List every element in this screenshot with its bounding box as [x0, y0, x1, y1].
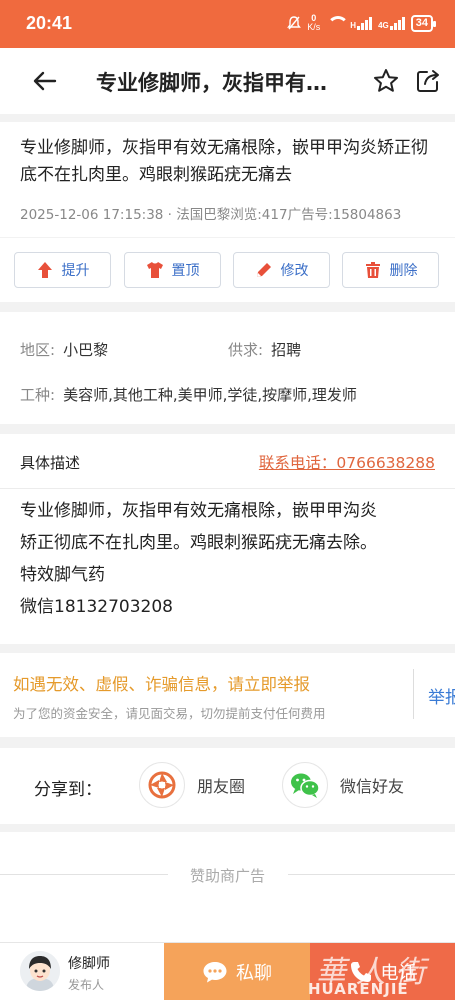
bottom-bar: 修脚师 发布人 私聊 电话 [0, 942, 455, 1000]
post-title: 专业修脚师，灰指甲有效无痛根除，嵌甲甲沟炎矫正彻底不在扎肉里。鸡眼刺猴跖疣无痛去 [20, 138, 428, 185]
fraud-warning: 如遇无效、虚假、诈骗信息，请立即举报 为了您的资金安全，请见面交易，切勿提前支付… [0, 653, 455, 737]
share-icon[interactable] [414, 67, 442, 95]
avatar[interactable] [20, 951, 60, 991]
description-heading: 具体描述 [20, 454, 81, 472]
description-body: 专业修脚师，灰指甲有效无痛根除，嵌甲甲沟炎 矫正彻底不在扎肉里。鸡眼刺猴跖疣无痛… [20, 495, 440, 623]
action-bar: 提升 置顶 修改 删除 [0, 238, 455, 302]
divider [0, 488, 455, 489]
chat-bubble-icon [203, 962, 227, 983]
signal-2-icon: 4G [378, 16, 405, 30]
phone-icon [350, 962, 371, 982]
contact-phone-link[interactable]: 联系电话：0766638288 [259, 451, 435, 473]
divider [413, 669, 414, 719]
divider [288, 874, 455, 875]
supply-row: 供求: 招聘 [228, 341, 302, 359]
phone-call-button[interactable]: 电话 [310, 943, 455, 1000]
description-line: 矫正彻底不在扎肉里。鸡眼刺猴跖疣无痛去除。 [20, 533, 377, 553]
promote-button[interactable]: 提升 [14, 252, 111, 288]
trash-icon [365, 262, 380, 278]
region-row: 地区: 小巴黎 [20, 341, 109, 359]
battery-icon: 34 [410, 14, 437, 32]
job-row: 工种: 美容师,其他工种,美甲师,学徒,按摩师,理发师 [20, 386, 357, 404]
info-card: 地区: 小巴黎 供求: 招聘 工种: 美容师,其他工种,美甲师,学徒,按摩师,理发师 [0, 312, 455, 424]
star-icon[interactable] [372, 67, 400, 95]
moments-icon [139, 762, 185, 808]
shirt-icon [146, 262, 163, 278]
status-bar: 20:41 0 K/s H 4G 34 [0, 0, 455, 48]
arrow-up-icon [37, 262, 52, 278]
share-moments-button[interactable]: 朋友圈 [139, 762, 245, 808]
delete-button[interactable]: 删除 [342, 252, 439, 288]
back-arrow-icon[interactable] [30, 66, 60, 96]
status-icons: 0 K/s H 4G 34 [287, 13, 437, 32]
private-chat-button[interactable]: 私聊 [164, 943, 310, 1000]
warning-title: 如遇无效、虚假、诈骗信息，请立即举报 [13, 675, 310, 694]
pencil-icon [256, 263, 271, 277]
share-label: 分享到： [34, 780, 102, 800]
sponsor-label: 赞助商广告 [189, 867, 265, 885]
share-bar: 分享到： 朋友圈 微信好友 [0, 748, 455, 824]
status-time: 20:41 [26, 13, 73, 33]
pin-top-button[interactable]: 置顶 [124, 252, 221, 288]
warning-subtitle: 为了您的资金安全，请见面交易，切勿提前支付任何费用 [13, 706, 326, 721]
description-line: 微信18132703208 [20, 597, 173, 617]
notification-icon [287, 16, 302, 30]
description-card: 具体描述 联系电话：0766638288 专业修脚师，灰指甲有效无痛根除，嵌甲甲… [0, 434, 455, 644]
description-line: 特效脚气药 [20, 565, 105, 585]
sponsor-section: 赞助商广告 [0, 832, 455, 942]
post-meta: 2025-12-06 17:15:38 · 法国巴黎浏览:417广告号:1580… [20, 207, 402, 223]
net-speed: 0 K/s [307, 13, 321, 32]
wifi-icon [326, 16, 350, 30]
poster-role: 发布人 [68, 978, 105, 992]
description-line: 专业修脚师，灰指甲有效无痛根除，嵌甲甲沟炎 [20, 501, 377, 521]
page-title: 专业修脚师，灰指甲有效无痛根除，嵌甲甲沟炎矫正彻底不在扎肉里。鸡眼刺猴跖疣无痛去 [96, 71, 346, 95]
nav-bar: 专业修脚师，灰指甲有效无痛根除，嵌甲甲沟炎矫正彻底不在扎肉里。鸡眼刺猴跖疣无痛去 [0, 48, 455, 114]
share-wechat-button[interactable]: 微信好友 [282, 762, 404, 808]
report-button[interactable]: 举报 [428, 683, 455, 708]
signal-1-icon: H [350, 16, 373, 30]
post-header: 专业修脚师，灰指甲有效无痛根除，嵌甲甲沟炎矫正彻底不在扎肉里。鸡眼刺猴跖疣无痛去… [0, 122, 455, 237]
poster-name: 修脚师 [68, 956, 110, 972]
edit-button[interactable]: 修改 [233, 252, 330, 288]
wechat-icon [282, 762, 328, 808]
